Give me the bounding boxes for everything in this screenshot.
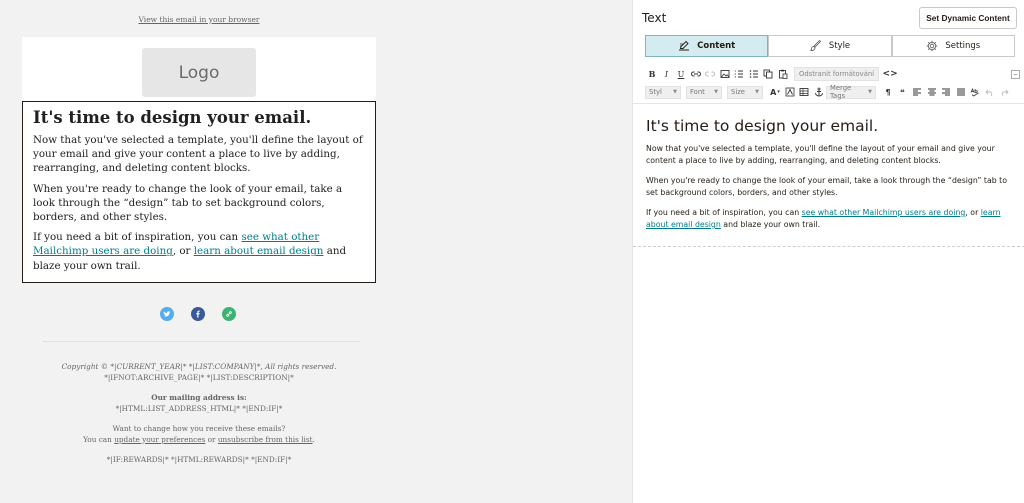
footer-preferences-line: You can update your preferences or unsub… xyxy=(83,434,315,444)
email-paragraph-1: Now that you've selected a template, you… xyxy=(33,134,363,175)
image-icon[interactable] xyxy=(718,67,732,81)
unsubscribe-link[interactable]: unsubscribe from this list xyxy=(218,435,313,444)
align-center-icon[interactable] xyxy=(925,85,939,99)
view-in-browser-link[interactable]: View this email in your browser xyxy=(0,15,398,24)
align-justify-icon[interactable] xyxy=(954,85,968,99)
svg-text:3: 3 xyxy=(734,75,736,79)
rich-text-editor-area[interactable]: It's time to design your email. Now that… xyxy=(633,103,1024,247)
editor-heading[interactable]: It's time to design your email. xyxy=(646,116,1012,136)
font-dropdown[interactable]: Font ▼ xyxy=(686,85,722,99)
paragraph-icon[interactable]: ¶ xyxy=(881,85,895,99)
panel-title: Text xyxy=(642,11,667,25)
anchor-icon[interactable] xyxy=(812,85,826,99)
tab-style[interactable]: Style xyxy=(768,35,892,57)
style-dropdown[interactable]: Styl ▼ xyxy=(645,85,681,99)
italic-icon[interactable]: I xyxy=(660,67,674,81)
footer-rewards-tag: *|IF:REWARDS|* *|HTML:REWARDS|* *|END:IF… xyxy=(106,455,292,464)
footer-address-tag: *|HTML:LIST_ADDRESS_HTML|* *|END:IF|* xyxy=(115,403,283,413)
tab-content[interactable]: Content xyxy=(645,35,769,57)
editor-paragraph-2[interactable]: When you're ready to change the look of … xyxy=(646,175,1012,199)
editor-paragraph-1[interactable]: Now that you've selected a template, you… xyxy=(646,143,1012,167)
footer-change-question: Want to change how you receive these ema… xyxy=(112,424,286,433)
toolbar-collapse-icon[interactable]: − xyxy=(1011,70,1020,79)
bold-icon[interactable]: B xyxy=(645,67,659,81)
ordered-list-icon[interactable]: 123 xyxy=(732,67,746,81)
undo-icon[interactable] xyxy=(983,85,997,99)
selected-text-block[interactable]: It's time to design your email. Now that… xyxy=(22,101,376,283)
set-dynamic-content-button[interactable]: Set Dynamic Content xyxy=(919,7,1017,29)
email-heading: It's time to design your email. xyxy=(33,108,312,127)
remove-formatting-button[interactable]: Odstranit formátování xyxy=(794,67,880,81)
facebook-icon[interactable] xyxy=(191,307,205,321)
table-icon[interactable] xyxy=(797,85,811,99)
align-left-icon[interactable] xyxy=(910,85,924,99)
paint-brush-icon xyxy=(809,40,822,52)
footer-mailing-label: Our mailing address is: xyxy=(151,393,247,402)
editor-tabs: Content Style Settings xyxy=(645,35,1015,57)
email-paragraph-2: When you're ready to change the look of … xyxy=(33,182,343,224)
text-color-icon[interactable]: A ▾ xyxy=(768,85,782,99)
underline-icon[interactable]: U xyxy=(674,67,688,81)
email-design-link[interactable]: learn about email design xyxy=(194,245,324,257)
source-code-icon[interactable]: <> xyxy=(883,67,898,81)
size-dropdown[interactable]: Size ▼ xyxy=(727,85,763,99)
editor-mailchimp-users-link[interactable]: see what other Mailchimp users are doing xyxy=(802,208,966,217)
logo-placeholder[interactable]: Logo xyxy=(142,48,256,97)
twitter-icon[interactable] xyxy=(160,307,174,321)
paste-icon[interactable] xyxy=(776,67,790,81)
rich-text-toolbar-row-1: B I U 123 Odstranit formátování <> xyxy=(645,66,1023,82)
footer-archive-tag: *|IFNOT:ARCHIVE_PAGE|* *|LIST:DESCRIPTIO… xyxy=(104,372,294,382)
email-footer[interactable]: Copyright © *|CURRENT_YEAR|* *|LIST:COMP… xyxy=(22,362,376,466)
text-block-editor-panel: Text Set Dynamic Content Content Style S… xyxy=(632,0,1024,503)
copy-icon[interactable] xyxy=(761,67,775,81)
footer-divider xyxy=(42,341,360,342)
highlight-icon[interactable] xyxy=(783,85,797,99)
redo-icon[interactable] xyxy=(997,85,1011,99)
align-right-icon[interactable] xyxy=(939,85,953,99)
gear-icon xyxy=(926,40,938,52)
link-icon[interactable] xyxy=(689,67,703,81)
tab-settings[interactable]: Settings xyxy=(891,35,1015,57)
bullet-list-icon[interactable] xyxy=(747,67,761,81)
email-paragraph-3: If you need a bit of inspiration, you ca… xyxy=(33,231,347,272)
merge-tags-dropdown[interactable]: Merge Tags ▼ xyxy=(826,84,876,100)
social-follow-block[interactable] xyxy=(160,307,236,321)
footer-copyright: Copyright © *|CURRENT_YEAR|* *|LIST:COMP… xyxy=(61,362,337,371)
email-preview-canvas: View this email in your browser Logo It'… xyxy=(0,0,632,503)
link-icon[interactable] xyxy=(222,307,236,321)
blockquote-icon[interactable]: ❝ xyxy=(896,85,910,99)
spellcheck-icon[interactable] xyxy=(968,85,982,99)
rich-text-toolbar-row-2: Styl ▼ Font ▼ Size ▼ A ▾ Merge Tags ▼ ¶ ❝ xyxy=(645,84,1023,100)
update-preferences-link[interactable]: update your preferences xyxy=(114,435,205,444)
editor-paragraph-3[interactable]: If you need a bit of inspiration, you ca… xyxy=(646,207,1012,231)
pencil-icon xyxy=(678,40,690,52)
unlink-icon[interactable] xyxy=(703,67,717,81)
